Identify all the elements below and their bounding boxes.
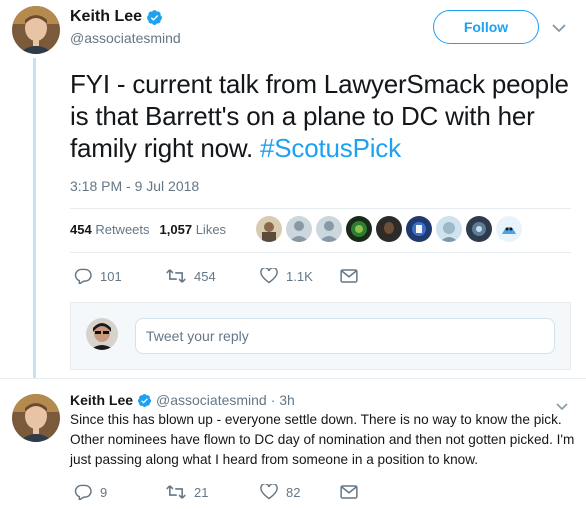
retweet-icon [166, 484, 186, 500]
reply-count: 101 [100, 268, 122, 284]
direct-message-button[interactable] [340, 484, 358, 500]
retweets-stat[interactable]: 454 Retweets [70, 222, 150, 237]
reply-author-handle[interactable]: @associatesmind [156, 392, 267, 408]
retweets-count: 454 [70, 222, 92, 237]
retweet-icon [166, 268, 186, 284]
reply-button[interactable]: 101 [74, 268, 166, 284]
tweet-actions: 101 454 1.1K [74, 268, 358, 284]
divider [0, 378, 586, 379]
retweet-button[interactable]: 21 [166, 484, 260, 500]
divider [70, 208, 571, 209]
message-icon [340, 484, 358, 500]
tweet-stats: 454 Retweets 1,057 Likes [70, 222, 226, 237]
liker-avatar[interactable] [376, 216, 402, 242]
reply-actions: 9 21 82 [74, 484, 358, 500]
liker-avatars [256, 216, 522, 242]
follow-button[interactable]: Follow [433, 10, 539, 44]
reply-input[interactable]: Tweet your reply [135, 318, 555, 354]
chevron-down-icon[interactable] [556, 398, 568, 411]
reply-text: Since this has blown up - everyone settl… [70, 412, 575, 467]
likes-count: 1,057 [159, 222, 193, 237]
retweet-count: 454 [194, 268, 216, 284]
hashtag-link[interactable]: #ScotusPick [260, 133, 401, 163]
heart-icon [260, 484, 278, 500]
retweet-button[interactable]: 454 [166, 268, 260, 284]
author-avatar[interactable] [12, 6, 60, 54]
direct-message-button[interactable] [340, 268, 358, 284]
like-count: 1.1K [286, 268, 313, 284]
author-name-text[interactable]: Keith Lee [70, 8, 142, 26]
chevron-down-icon[interactable] [552, 20, 566, 33]
reply-author-name[interactable]: Keith Lee [70, 392, 133, 408]
reply-icon [74, 268, 92, 284]
liker-avatar[interactable] [496, 216, 522, 242]
reply-count: 9 [100, 484, 108, 500]
reply-header: Keith Lee @associatesmind · 3h [70, 392, 295, 408]
reply-button[interactable]: 9 [74, 484, 166, 500]
liker-avatar[interactable] [406, 216, 432, 242]
like-button[interactable]: 82 [260, 484, 340, 500]
author-handle[interactable]: @associatesmind [70, 30, 181, 46]
liker-avatar[interactable] [286, 216, 312, 242]
liker-avatar[interactable] [316, 216, 342, 242]
likes-stat[interactable]: 1,057 Likes [160, 222, 227, 237]
reply-author-avatar[interactable] [12, 394, 60, 442]
current-user-avatar[interactable] [86, 318, 118, 350]
message-icon [340, 268, 358, 284]
retweets-label: Retweets [95, 222, 150, 237]
thread-connector-line [33, 58, 36, 378]
liker-avatar[interactable] [256, 216, 282, 242]
liker-avatar[interactable] [466, 216, 492, 242]
tweet-text: FYI - current talk from LawyerSmack peop… [70, 68, 570, 164]
reply-icon [74, 484, 92, 500]
verified-badge-icon [137, 393, 152, 408]
tweet-timestamp[interactable]: 3:18 PM - 9 Jul 2018 [70, 178, 199, 194]
retweet-count: 21 [194, 484, 209, 500]
reply-time[interactable]: · 3h [271, 392, 295, 408]
author-name[interactable]: Keith Lee [70, 8, 163, 26]
likes-label: Likes [195, 222, 227, 237]
like-button[interactable]: 1.1K [260, 268, 340, 284]
like-count: 82 [286, 484, 301, 500]
verified-badge-icon [146, 9, 163, 26]
heart-icon [260, 268, 278, 284]
divider [70, 252, 571, 253]
liker-avatar[interactable] [346, 216, 372, 242]
liker-avatar[interactable] [436, 216, 462, 242]
